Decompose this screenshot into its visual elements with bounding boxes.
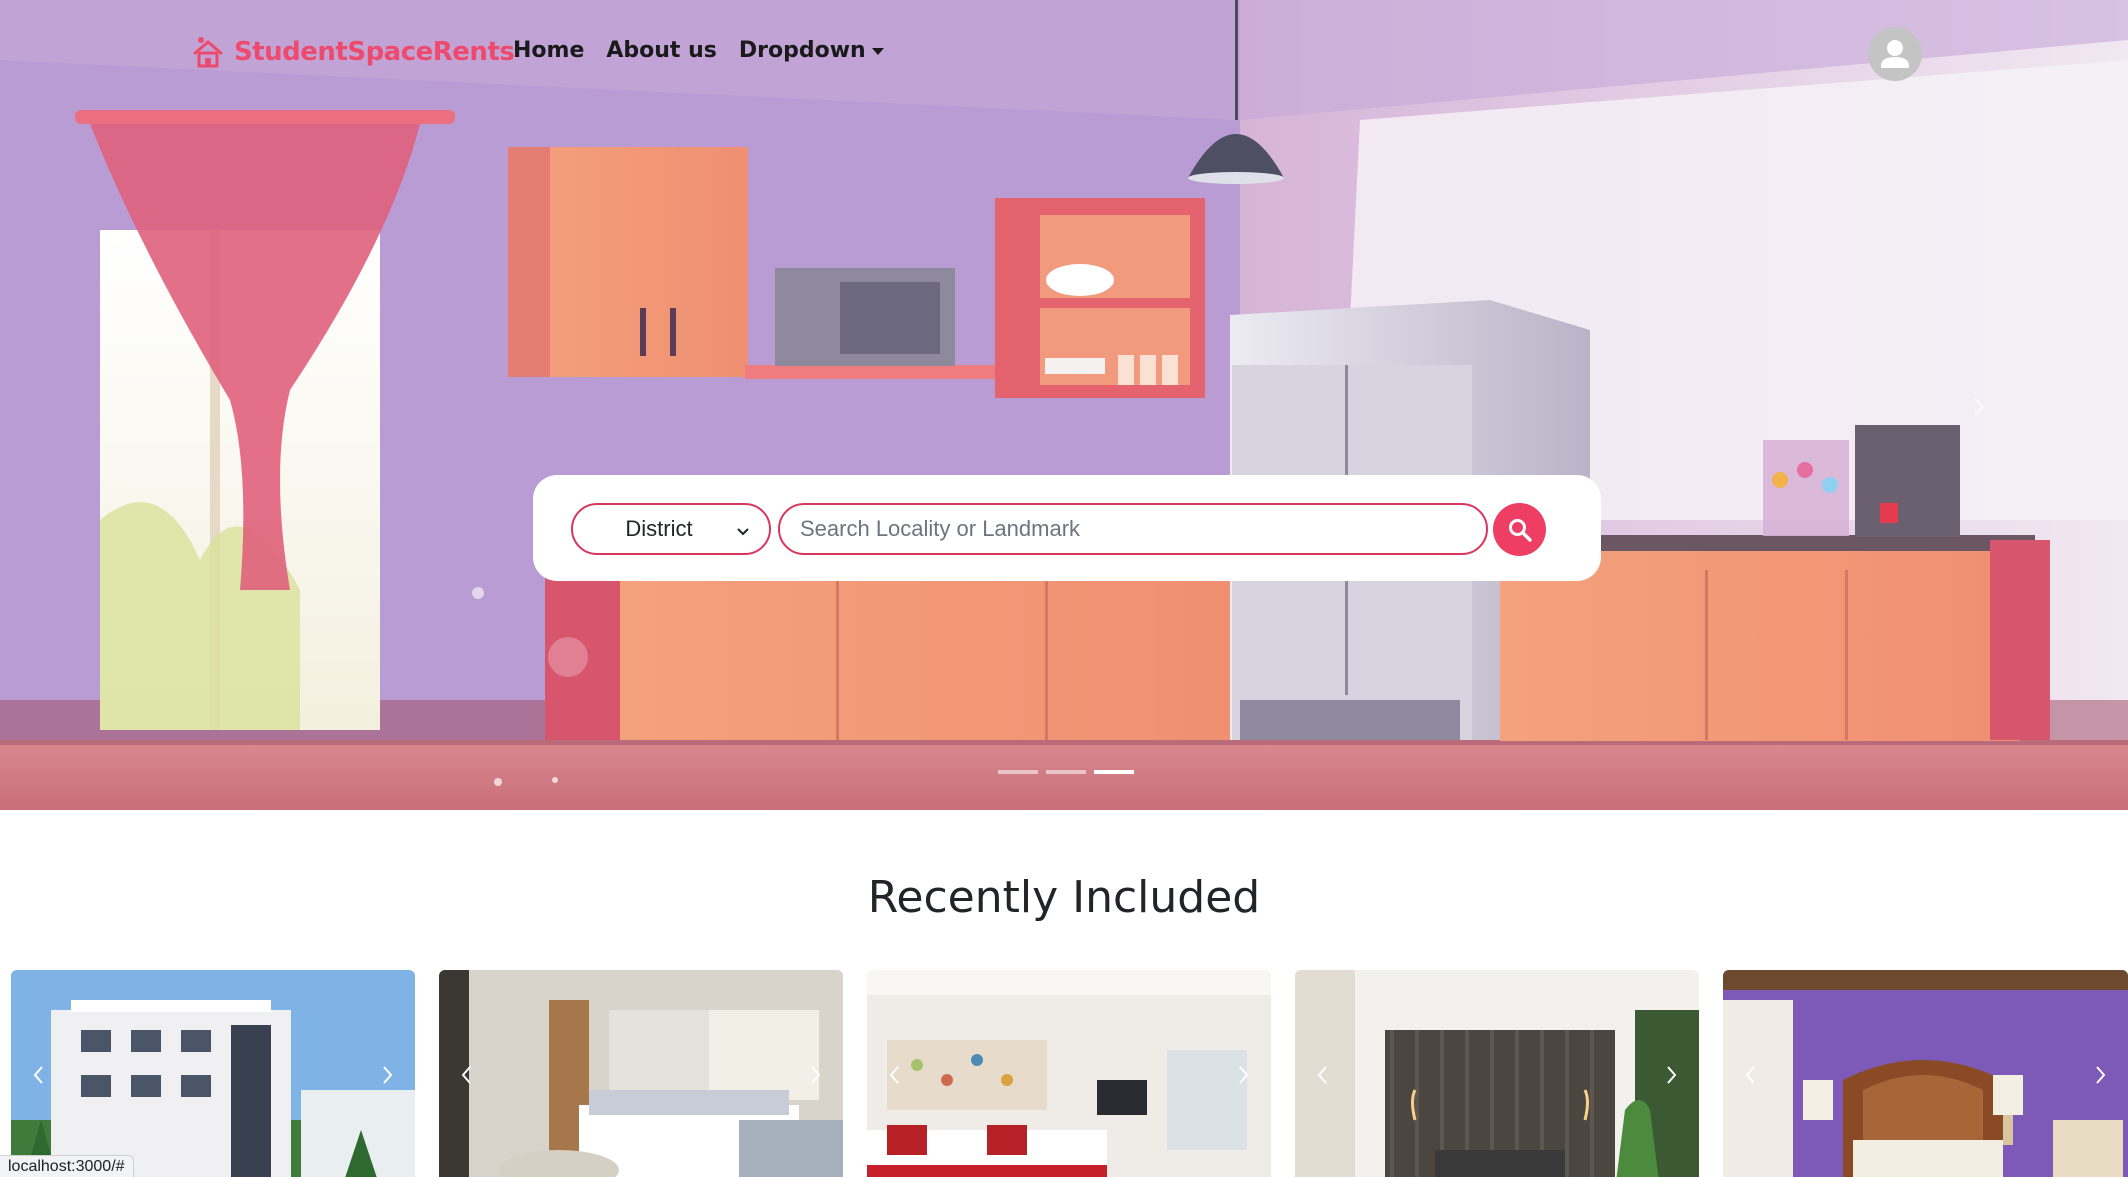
carousel-indicator-2[interactable] (1046, 770, 1086, 774)
locality-search-input[interactable] (778, 503, 1488, 555)
nav-dropdown-label: Dropdown (738, 38, 866, 63)
nav-about-link[interactable]: About us (606, 38, 716, 63)
search-panel: District (533, 475, 1601, 581)
card-prev-icon[interactable] (885, 1062, 905, 1088)
navbar: StudentSpaceRents Home About us Dropdown (0, 0, 2128, 108)
carousel-indicator-3[interactable] (1094, 770, 1134, 774)
listing-card-3[interactable] (867, 970, 1271, 1177)
chevron-down-icon (737, 528, 749, 536)
brand-logo[interactable]: StudentSpaceRents (190, 30, 515, 74)
district-label: District (625, 516, 693, 541)
user-icon (1881, 40, 1909, 68)
carousel-indicator-1[interactable] (998, 770, 1038, 774)
card-prev-icon[interactable] (29, 1062, 49, 1088)
apartment-building-image (11, 970, 415, 1177)
user-avatar-button[interactable] (1868, 27, 1922, 81)
card-prev-icon[interactable] (1741, 1062, 1761, 1088)
carousel-next-icon[interactable] (1964, 392, 1994, 422)
card-next-icon[interactable] (377, 1062, 397, 1088)
search-button[interactable] (1493, 503, 1546, 556)
house-logo-icon (193, 37, 223, 68)
modern-dark-bedroom-image (1295, 970, 1699, 1177)
hero-carousel: StudentSpaceRents Home About us Dropdown… (0, 0, 2128, 810)
card-next-icon[interactable] (805, 1062, 825, 1088)
nav-dropdown-toggle[interactable]: Dropdown (739, 38, 884, 63)
brand-name: StudentSpaceRents (234, 37, 515, 67)
listing-card-5[interactable] (1723, 970, 2128, 1177)
kitchen-illustration (0, 0, 2128, 810)
card-next-icon[interactable] (1661, 1062, 1681, 1088)
card-prev-icon[interactable] (1313, 1062, 1333, 1088)
hotel-twin-bedroom-image (867, 970, 1271, 1177)
card-prev-icon[interactable] (457, 1062, 477, 1088)
district-dropdown[interactable]: District (571, 503, 771, 555)
nav-home-link[interactable]: Home (513, 38, 584, 63)
listing-card-2[interactable] (439, 970, 843, 1177)
recent-listings (11, 970, 2128, 1177)
bedroom-with-sofa-image (439, 970, 843, 1177)
browser-status-url: localhost:3000/# (0, 1155, 134, 1177)
card-next-icon[interactable] (2090, 1062, 2110, 1088)
card-next-icon[interactable] (1233, 1062, 1253, 1088)
carousel-indicators (998, 770, 1134, 774)
section-title: Recently Included (867, 872, 1261, 923)
listing-card-4[interactable] (1295, 970, 1699, 1177)
nav-menu: Home About us Dropdown (513, 38, 884, 63)
listing-card-1[interactable] (11, 970, 415, 1177)
caret-down-icon (871, 47, 884, 55)
search-icon (1508, 518, 1532, 542)
ornate-purple-bedroom-image (1723, 970, 2128, 1177)
